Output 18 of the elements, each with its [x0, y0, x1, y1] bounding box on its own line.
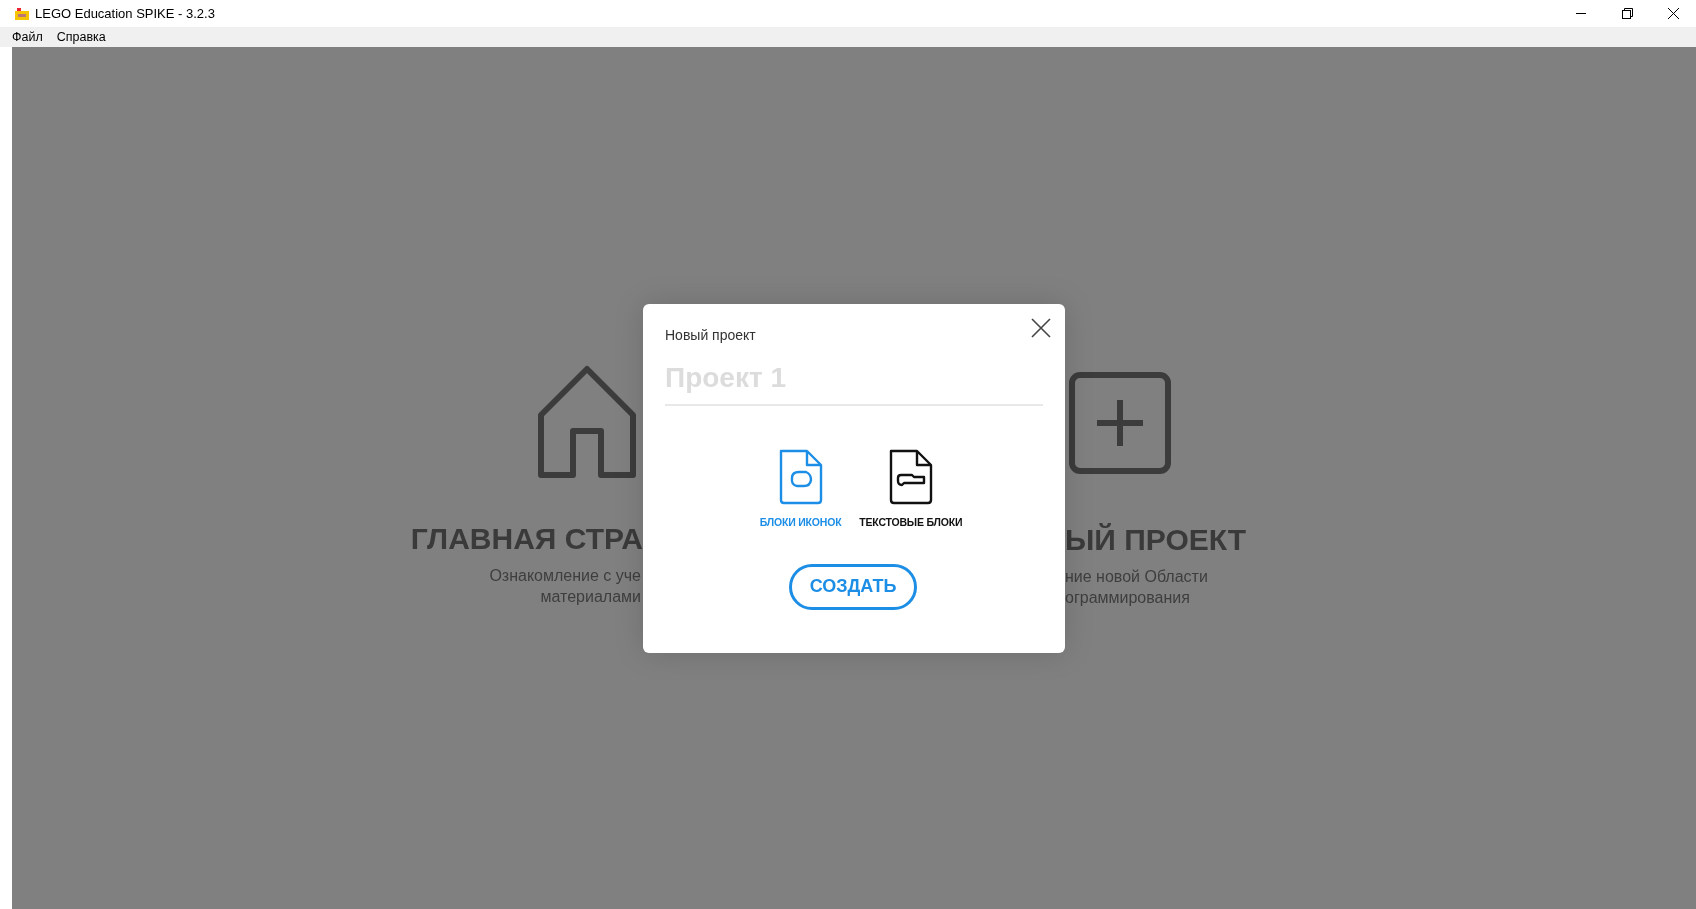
card-description: ние новой Области — [1065, 567, 1208, 587]
card-description: Ознакомление с уче — [489, 566, 641, 586]
close-icon[interactable] — [1029, 315, 1053, 340]
card-description: ограммирования — [1065, 588, 1190, 608]
project-type-option[interactable]: БЛОКИ ИКОНОК — [759, 447, 842, 528]
project-type-option[interactable]: ТЕКСТОВЫЕ БЛОКИ — [859, 447, 963, 528]
app-icon — [15, 7, 29, 20]
menu-item[interactable]: Файл — [12, 30, 43, 44]
card-description: материалами — [540, 587, 641, 607]
house-icon — [537, 365, 637, 479]
menu-item[interactable]: Справка — [56, 30, 106, 44]
window-title: LEGO Education SPIKE - 3.2.3 — [35, 6, 215, 21]
text-blocks-file-icon — [887, 447, 934, 506]
icon-blocks-file-icon — [777, 447, 824, 506]
card-title: ГЛАВНАЯ СТРА — [410, 521, 643, 557]
card-title: ЫЙ ПРОЕКТ — [1065, 522, 1247, 558]
dialog-title: Новый проект — [665, 326, 756, 343]
plus-square-icon — [1069, 372, 1171, 474]
